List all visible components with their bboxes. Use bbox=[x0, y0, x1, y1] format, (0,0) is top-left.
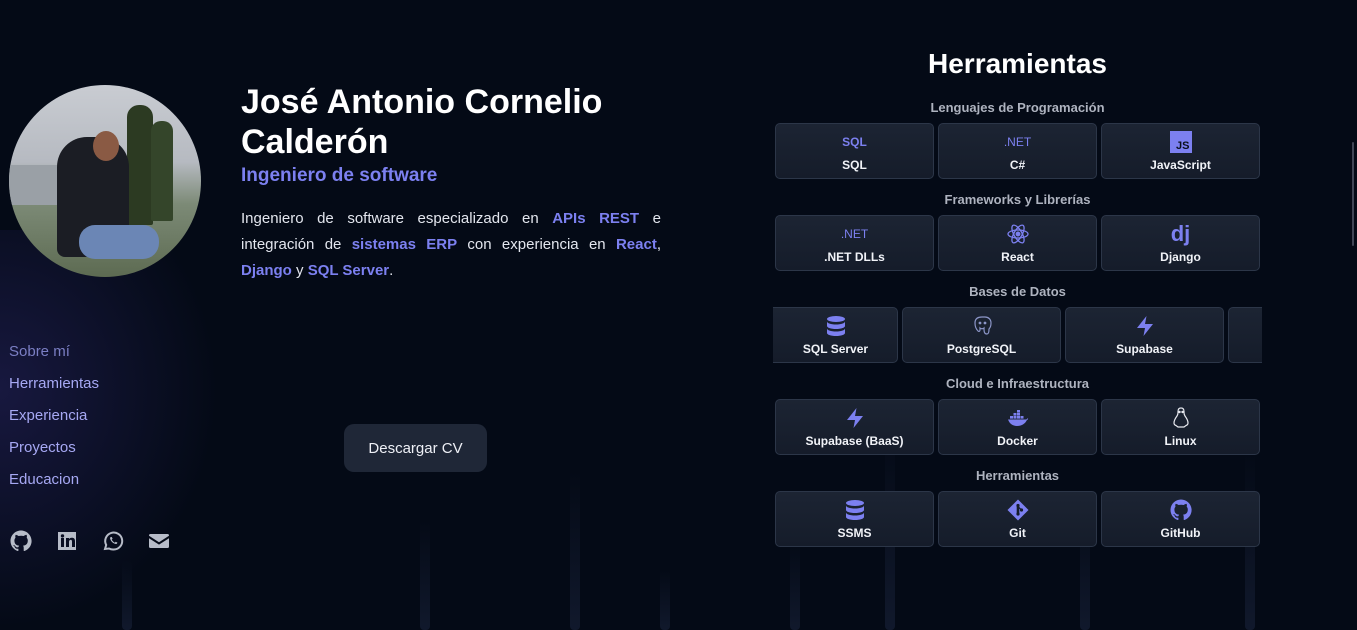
profile-role: Ingeniero de software bbox=[241, 165, 438, 186]
database-icon bbox=[843, 498, 867, 522]
bio-highlight-react: React bbox=[615, 236, 657, 253]
side-nav: Sobre mí Herramientas Experiencia Proyec… bbox=[9, 342, 99, 502]
linux-icon bbox=[1169, 406, 1193, 430]
nav-item-proyectos[interactable]: Proyectos bbox=[9, 438, 99, 470]
nav-item-sobre-mi[interactable]: Sobre mí bbox=[9, 342, 99, 374]
tool-card-sql[interactable]: SQL SQL bbox=[775, 123, 934, 179]
page-scrollbar[interactable] bbox=[1352, 142, 1354, 246]
react-icon bbox=[1006, 222, 1030, 246]
nav-item-experiencia[interactable]: Experiencia bbox=[9, 406, 99, 438]
supabase-icon bbox=[1133, 314, 1157, 338]
bio-highlight-sqlserver: SQL Server bbox=[307, 262, 390, 279]
github-icon bbox=[1169, 498, 1193, 522]
linkedin-icon[interactable] bbox=[55, 529, 79, 553]
tool-card-javascript[interactable]: JS JavaScript bbox=[1101, 123, 1260, 179]
tool-card-git[interactable]: Git bbox=[938, 491, 1097, 547]
git-icon bbox=[1006, 498, 1030, 522]
postgresql-icon bbox=[970, 314, 994, 338]
category-title-frameworks: Frameworks y Librerías bbox=[944, 192, 1091, 207]
tools-title: Herramientas bbox=[928, 48, 1107, 79]
docker-icon bbox=[1006, 406, 1030, 430]
tool-card-github[interactable]: GitHub bbox=[1101, 491, 1260, 547]
profile-avatar bbox=[9, 85, 201, 277]
bio-highlight-django: Django bbox=[241, 262, 292, 279]
bio-highlight-apis: APIs REST bbox=[552, 210, 640, 227]
sql-icon: SQL bbox=[842, 135, 867, 149]
tool-card-dotnet-dlls[interactable]: .NET .NET DLLs bbox=[775, 215, 934, 271]
tools-row-languages: SQL SQL .NET C# JS JavaScript bbox=[775, 123, 1260, 179]
profile-name: José Antonio Cornelio Calderón bbox=[241, 83, 603, 161]
tool-card-partial[interactable] bbox=[1228, 307, 1262, 363]
dotnet-icon: .NET bbox=[840, 227, 869, 241]
nav-item-educacion[interactable]: Educacion bbox=[9, 470, 99, 502]
category-title-cloud: Cloud e Infraestructura bbox=[945, 376, 1090, 391]
download-cv-button[interactable]: Descargar CV bbox=[344, 424, 487, 472]
tool-card-react[interactable]: React bbox=[938, 215, 1097, 271]
whatsapp-icon[interactable] bbox=[101, 529, 125, 553]
supabase-icon bbox=[843, 406, 867, 430]
tool-card-django[interactable]: dj Django bbox=[1101, 215, 1260, 271]
tool-card-linux[interactable]: Linux bbox=[1101, 399, 1260, 455]
django-icon: dj bbox=[1170, 221, 1191, 246]
category-title-languages: Lenguajes de Programación bbox=[930, 100, 1105, 115]
database-icon bbox=[788, 314, 848, 338]
github-icon[interactable] bbox=[9, 529, 33, 553]
social-links bbox=[9, 529, 171, 553]
tool-card-csharp[interactable]: .NET C# bbox=[938, 123, 1097, 179]
tool-card-ssms[interactable]: SSMS bbox=[775, 491, 934, 547]
bio-highlight-erp: sistemas ERP bbox=[351, 236, 458, 253]
mail-icon[interactable] bbox=[147, 529, 171, 553]
javascript-icon: JS bbox=[1169, 131, 1192, 153]
tools-row-tools: SSMS Git GitHub bbox=[775, 491, 1260, 547]
nav-item-herramientas[interactable]: Herramientas bbox=[9, 374, 99, 406]
category-title-databases: Bases de Datos bbox=[969, 284, 1066, 299]
category-title-tools: Herramientas bbox=[975, 468, 1060, 483]
tool-card-supabase[interactable]: Supabase bbox=[1065, 307, 1224, 363]
tools-row-databases: SQL Server PostgreSQL Supabase bbox=[773, 307, 1262, 363]
profile-bio: Ingeniero de software especializado en A… bbox=[241, 210, 661, 279]
tool-card-supabase-baas[interactable]: Supabase (BaaS) bbox=[775, 399, 934, 455]
tool-card-docker[interactable]: Docker bbox=[938, 399, 1097, 455]
tool-card-sql-server[interactable]: SQL Server bbox=[773, 307, 898, 363]
tool-card-postgresql[interactable]: PostgreSQL bbox=[902, 307, 1061, 363]
tools-row-frameworks: .NET .NET DLLs React dj Django bbox=[775, 215, 1260, 271]
dotnet-icon: .NET bbox=[1003, 135, 1032, 149]
tools-row-cloud: Supabase (BaaS) Docker Linux bbox=[775, 399, 1260, 455]
